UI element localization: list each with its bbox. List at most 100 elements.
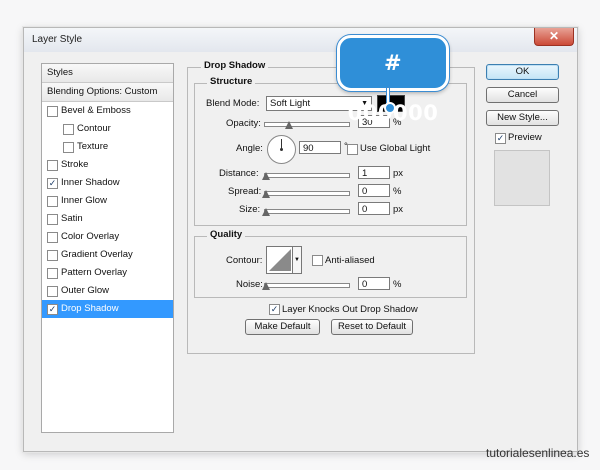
sidebar-item[interactable]: ✓ Drop Shadow xyxy=(42,300,173,318)
size-slider[interactable] xyxy=(264,209,350,214)
use-global-light-label: Use Global Light xyxy=(360,143,431,154)
structure-title: Structure xyxy=(207,76,256,87)
sidebar-item-label: Texture xyxy=(77,141,109,152)
chevron-down-icon: ▼ xyxy=(294,257,300,263)
knocks-out-label: Layer Knocks Out Drop Shadow xyxy=(282,304,418,315)
sidebar-item-checkbox[interactable] xyxy=(47,196,58,207)
sidebar-item-checkbox[interactable]: ✓ xyxy=(47,304,58,315)
styles-header-label: Styles xyxy=(47,67,73,78)
preview-label: Preview xyxy=(508,132,542,143)
sidebar-item-label: Stroke xyxy=(61,159,89,170)
anti-aliased-checkbox[interactable] xyxy=(312,255,323,266)
distance-slider[interactable] xyxy=(264,173,350,178)
blending-options-item[interactable]: Blending Options: Custom xyxy=(42,83,173,102)
sidebar-item-label: Bevel & Emboss xyxy=(61,105,131,116)
sidebar-item-label: Pattern Overlay xyxy=(61,267,127,278)
noise-unit: % xyxy=(393,279,402,290)
sidebar-item-checkbox[interactable] xyxy=(47,286,58,297)
sidebar-item[interactable]: Pattern Overlay xyxy=(42,264,173,282)
angle-dial[interactable] xyxy=(267,135,296,164)
knocks-out-checkbox[interactable]: ✓ xyxy=(269,304,280,315)
reset-default-label: Reset to Default xyxy=(337,321,407,332)
distance-input[interactable]: 1 xyxy=(358,166,390,179)
sidebar-item[interactable]: Gradient Overlay xyxy=(42,246,173,264)
sidebar-item[interactable]: Color Overlay xyxy=(42,228,173,246)
spread-slider[interactable] xyxy=(264,191,350,196)
angle-label: Angle: xyxy=(236,143,263,154)
sidebar-item-checkbox[interactable] xyxy=(47,214,58,225)
spread-input[interactable]: 0 xyxy=(358,184,390,197)
ok-button[interactable]: OK xyxy=(486,64,559,80)
sidebar-item-label: Drop Shadow xyxy=(61,303,119,314)
close-button[interactable]: ✕ xyxy=(534,28,574,46)
spread-unit: % xyxy=(393,186,402,197)
quality-group xyxy=(194,236,467,298)
angle-input[interactable]: 90 xyxy=(299,141,341,154)
distance-slider-thumb[interactable] xyxy=(262,172,270,180)
spread-value: 0 xyxy=(362,186,368,197)
sidebar-item-checkbox[interactable] xyxy=(47,106,58,117)
sidebar-item[interactable]: ✓ Inner Shadow xyxy=(42,174,173,192)
opacity-label: Opacity: xyxy=(226,118,261,129)
sidebar-item[interactable]: Outer Glow xyxy=(42,282,173,300)
contour-dropdown[interactable]: ▼ xyxy=(292,246,302,274)
contour-label: Contour: xyxy=(226,255,263,266)
new-style-button[interactable]: New Style... xyxy=(486,110,559,126)
color-callout-text: # 000000 xyxy=(348,51,438,125)
cancel-button[interactable]: Cancel xyxy=(486,87,559,103)
size-slider-thumb[interactable] xyxy=(262,208,270,216)
spread-slider-thumb[interactable] xyxy=(262,190,270,198)
sidebar-item[interactable]: Satin xyxy=(42,210,173,228)
dialog-title: Layer Style xyxy=(32,34,83,45)
sidebar-item-checkbox[interactable] xyxy=(63,124,74,135)
new-style-label: New Style... xyxy=(497,112,548,123)
blend-mode-label: Blend Mode: xyxy=(206,98,260,109)
sidebar-item-label: Inner Shadow xyxy=(61,177,120,188)
sidebar-item-label: Color Overlay xyxy=(61,231,120,242)
quality-title: Quality xyxy=(207,229,246,240)
sidebar-item-checkbox[interactable] xyxy=(47,232,58,243)
sidebar-item-checkbox[interactable] xyxy=(47,160,58,171)
sidebar-item-label: Inner Glow xyxy=(61,195,107,206)
opacity-slider[interactable] xyxy=(264,122,350,127)
styles-list: Styles Blending Options: Custom Bevel & … xyxy=(41,63,174,433)
noise-slider-thumb[interactable] xyxy=(262,282,270,290)
contour-linear-icon xyxy=(269,249,291,271)
ok-label: OK xyxy=(515,66,530,77)
callout-pointer-dot xyxy=(384,102,396,114)
sidebar-item-label: Outer Glow xyxy=(61,285,110,296)
sidebar-item[interactable]: Bevel & Emboss xyxy=(42,102,173,120)
anti-aliased-label: Anti-aliased xyxy=(325,255,375,266)
angle-dial-center xyxy=(280,148,283,151)
cancel-label: Cancel xyxy=(507,89,538,100)
styles-header[interactable]: Styles xyxy=(42,64,173,83)
sidebar-item-checkbox[interactable] xyxy=(63,142,74,153)
size-value: 0 xyxy=(362,204,368,215)
size-unit: px xyxy=(393,204,404,215)
use-global-light-checkbox[interactable] xyxy=(347,144,358,155)
sidebar-item-label: Satin xyxy=(61,213,83,224)
drop-shadow-title: Drop Shadow xyxy=(201,60,269,71)
angle-value: 90 xyxy=(303,143,314,154)
preview-checkbox[interactable]: ✓ xyxy=(495,133,506,144)
layer-style-dialog: Layer Style ✕ Styles Blending Options: C… xyxy=(23,27,578,452)
noise-slider[interactable] xyxy=(264,283,350,288)
sidebar-item[interactable]: Texture xyxy=(42,138,173,156)
title-bar: Layer Style ✕ xyxy=(24,28,577,52)
contour-picker[interactable] xyxy=(266,246,294,274)
noise-input[interactable]: 0 xyxy=(358,277,390,290)
opacity-slider-thumb[interactable] xyxy=(285,121,293,129)
sidebar-item[interactable]: Contour xyxy=(42,120,173,138)
sidebar-item[interactable]: Inner Glow xyxy=(42,192,173,210)
make-default-button[interactable]: Make Default xyxy=(245,319,320,335)
spread-label: Spread: xyxy=(228,186,262,197)
reset-default-button[interactable]: Reset to Default xyxy=(331,319,413,335)
sidebar-item-checkbox[interactable] xyxy=(47,250,58,261)
distance-unit: px xyxy=(393,168,404,179)
sidebar-item[interactable]: Stroke xyxy=(42,156,173,174)
preview-thumbnail xyxy=(494,150,550,206)
watermark: tutorialesenlinea.es xyxy=(486,446,590,460)
size-input[interactable]: 0 xyxy=(358,202,390,215)
sidebar-item-checkbox[interactable] xyxy=(47,268,58,279)
sidebar-item-checkbox[interactable]: ✓ xyxy=(47,178,58,189)
